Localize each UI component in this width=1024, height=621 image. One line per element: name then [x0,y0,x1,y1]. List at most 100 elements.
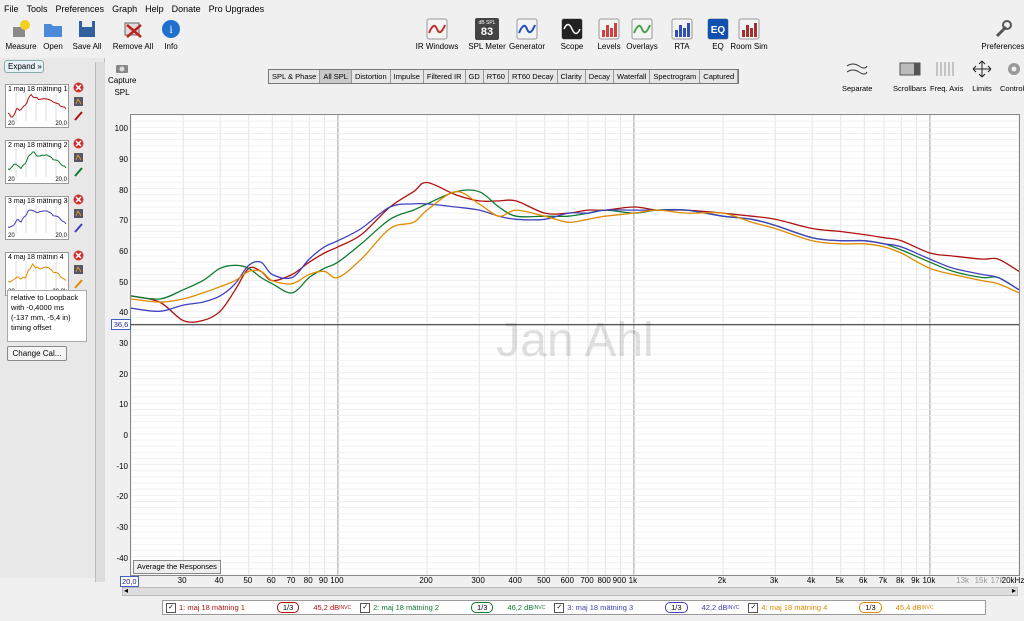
freq-axis-button[interactable]: Freq. Axis [930,60,963,93]
separate-label: Separate [842,84,873,93]
y-tick-label: 90 [119,155,128,164]
legend-checkbox[interactable]: ✓ [166,602,176,613]
capture-label: Capture [108,76,137,85]
x-tick-label: 300 [471,576,485,585]
remove-measurement-icon[interactable] [73,138,85,149]
menu-graph[interactable]: Graph [108,4,141,14]
series-line-4 [130,191,1020,303]
menu-pro-upgrades[interactable]: Pro Upgrades [205,4,269,14]
main-toolbar: Measure Open Save All Remove All i Info IR Win… [0,18,1024,58]
color-pen-icon[interactable] [73,222,85,233]
series-line-1 [130,181,1020,323]
smoothing-label: 1/3 [671,603,682,612]
menu-preferences[interactable]: Preferences [52,4,109,14]
tab-decay[interactable]: Decay [586,70,615,83]
tab-distortion[interactable]: Distortion [352,70,391,83]
spl-chart-svg [130,114,1020,576]
room-sim-button[interactable]: Room Sim [724,18,774,51]
wrench-icon [991,18,1015,40]
change-cal-button[interactable]: Change Cal... [7,346,67,361]
legend-checkbox[interactable]: ✓ [360,602,371,613]
preferences-button[interactable]: Preferences [978,18,1024,51]
controls-button[interactable]: Controls [1000,60,1024,93]
x-tick-label: 200 [419,576,433,585]
cursor-level-label: 36,6 [111,319,131,330]
scrollbars-button[interactable]: Scrollbars [893,60,926,93]
remove-measurement-icon[interactable] [73,82,85,93]
sidebar-scrollbar[interactable] [95,62,105,582]
color-pen-icon[interactable] [73,110,85,121]
tab-spl-phase[interactable]: SPL & Phase [269,70,321,83]
measurement-thumbnail[interactable]: 2 maj 18 mätning 2 20 20,0 [5,140,69,184]
smoothing-selector[interactable]: 1/3 [276,602,300,613]
legend-item-2: ✓ 2: maj 18 mätning 2 1/3 46,2 dB INVC [357,602,545,613]
save-measurement-icon[interactable] [73,208,85,219]
y-tick-label: 0 [123,431,128,440]
tab-filtered-ir[interactable]: Filtered IR [424,70,466,83]
legend-checkbox[interactable]: ✓ [554,602,565,613]
menu-tools[interactable]: Tools [23,4,52,14]
eq-label: EQ [712,42,724,51]
menu-bar: File Tools Preferences Graph Help Donate Pro U… [0,0,1024,17]
overlays-icon [630,18,654,40]
measurement-thumbnail[interactable]: 3 maj 18 mätning 3 20 20,0 [5,196,69,240]
limits-button[interactable]: Limits [970,60,994,93]
freq-axis-label: Freq. Axis [930,84,964,93]
legend-level-suffix: INVC [727,604,740,611]
spl-graph[interactable]: Jan Ahl Average the Responses [130,114,1020,576]
average-responses-button[interactable]: Average the Responses [133,560,221,574]
smoothing-selector[interactable]: 1/3 [471,602,494,613]
menu-file[interactable]: File [0,4,23,14]
separate-button[interactable]: Separate [842,60,872,93]
remove-measurement-icon[interactable] [73,250,85,261]
save-measurement-icon[interactable] [73,264,85,275]
scrollbars-icon [899,62,921,76]
x-tick-label: 70 [286,576,296,585]
capture-button[interactable]: Capture SPL [108,62,136,97]
ir-windows-button[interactable]: IR Windows [412,18,462,51]
tab-captured[interactable]: Captured [700,70,739,83]
x-tick-label: 20kHz [1001,576,1024,585]
generator-button[interactable]: Generator [502,18,552,51]
x-tick-label: 2k [717,576,727,585]
tab-waterfall[interactable]: Waterfall [614,70,651,83]
ir-windows-label: IR Windows [415,42,459,51]
save-measurement-icon[interactable] [73,152,85,163]
expand-button[interactable]: Expand » [4,60,44,73]
info-label: Info [164,42,178,51]
x-tick-label: 8k [895,576,905,585]
tab-rt60[interactable]: RT60 [484,70,509,83]
x-tick-label: 60 [266,576,276,585]
menu-donate[interactable]: Donate [168,4,205,14]
spl-meter-value: 83 [480,26,494,38]
color-pen-icon[interactable] [73,278,85,289]
tab-rt60-decay[interactable]: RT60 Decay [509,70,558,83]
ir-windows-icon [425,18,449,40]
horizontal-scrollbar[interactable]: ◂ ▸ [122,586,1018,596]
x-tick-label: 800 [597,576,611,585]
tab-all-spl[interactable]: All SPL [320,70,352,83]
rta-icon [670,18,694,40]
scroll-right-icon[interactable]: ▸ [1012,586,1016,595]
tab-clarity[interactable]: Clarity [558,70,586,83]
measurement-thumbnail[interactable]: 1 maj 18 mätning 1 20 20,0 [5,84,69,128]
tab-spectrogram[interactable]: Spectrogram [650,70,701,83]
save-measurement-icon[interactable] [73,96,85,107]
y-tick-label: 20 [119,369,128,379]
legend-name: 1: maj 18 mätning 1 [179,603,245,612]
tab-impulse[interactable]: Impulse [391,70,424,83]
open-label: Open [43,42,63,51]
tab-gd[interactable]: GD [466,70,484,83]
x-start-label: 20,0 [120,576,139,587]
smoothing-selector[interactable]: 1/3 [665,602,688,613]
save-all-button[interactable]: Save All [62,18,112,51]
controls-label: Controls [1000,84,1024,93]
color-pen-icon[interactable] [73,166,85,177]
smoothing-selector[interactable]: 1/3 [859,602,882,613]
scroll-left-icon[interactable]: ◂ [124,586,128,595]
menu-help[interactable]: Help [141,4,168,14]
info-button[interactable]: i Info [146,18,196,51]
scrollbars-label: Scrollbars [893,84,927,93]
remove-measurement-icon[interactable] [73,194,85,205]
legend-checkbox[interactable]: ✓ [748,602,759,613]
